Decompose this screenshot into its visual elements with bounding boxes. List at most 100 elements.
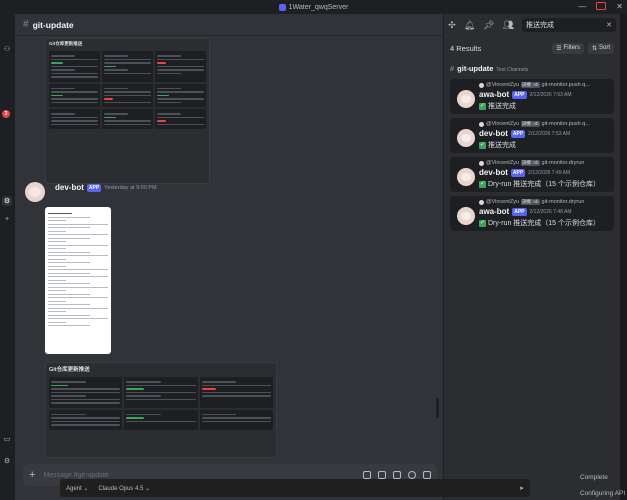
- add-server-icon[interactable]: +: [2, 214, 12, 224]
- emoji-icon[interactable]: [408, 471, 416, 479]
- embed-card: [49, 51, 100, 82]
- reply-user: @VincentZyu: [486, 199, 519, 205]
- maximize-button[interactable]: [596, 2, 607, 10]
- model-select[interactable]: Claude Opus 4.5 ⌄: [98, 485, 150, 492]
- send-icon[interactable]: ➤: [519, 485, 524, 492]
- threads-icon[interactable]: ✣: [448, 20, 456, 31]
- reply-label: 調機 :nb: [521, 82, 540, 88]
- notification-badge: 3: [2, 110, 10, 118]
- embed-header: Git仓库更新推送: [49, 367, 90, 373]
- app-tag: APP: [510, 168, 526, 177]
- avatar[interactable]: [457, 168, 475, 186]
- result-body: ✓ Dry-run 推送完成（15 个示例仓库）: [479, 218, 600, 228]
- sticker-icon[interactable]: [393, 471, 401, 479]
- window-title-text: 1Water_qwqServer: [288, 3, 349, 11]
- author-name[interactable]: dev-bot: [479, 168, 508, 177]
- search-result[interactable]: @VincentZyu 調機 :nb git-monitor.dryrun dev-…: [450, 157, 614, 192]
- hash-icon: #: [450, 64, 455, 73]
- search-result[interactable]: @VincentZyu 調機 :nb git-monitor.dryrun awa-…: [450, 196, 614, 231]
- reply-avatar: [479, 82, 484, 88]
- result-text: 推送完成: [488, 142, 516, 149]
- embed-card: [49, 377, 123, 408]
- close-button[interactable]: ✕: [616, 2, 623, 11]
- check-icon: ✓: [479, 180, 486, 188]
- embed-card: [155, 109, 206, 129]
- embed-card: [102, 83, 153, 107]
- avatar[interactable]: [457, 90, 475, 108]
- reply-avatar: [479, 160, 484, 166]
- scrollbar[interactable]: [436, 398, 439, 418]
- agent-bar: Agent ⌄ Claude Opus 4.5 ⌄ ➤: [60, 479, 530, 497]
- attachment-image[interactable]: [45, 207, 111, 354]
- search-panel: ✣ 🔔︎ 📌︎ 👥︎ 推送完成 ✕ 4 Results ☰ Filters ⇅ So…: [443, 14, 620, 500]
- filters-button[interactable]: ☰ Filters: [552, 42, 584, 54]
- agent-mode-select[interactable]: Agent ⌄: [66, 485, 88, 492]
- clear-search-icon[interactable]: ✕: [606, 21, 612, 29]
- result-text: Dry-run 推送完成（15 个示例仓库）: [488, 181, 601, 188]
- user-panel-icon[interactable]: ▭: [2, 434, 12, 444]
- author-name[interactable]: dev-bot: [55, 183, 84, 192]
- friends-icon[interactable]: ⚇: [2, 44, 12, 54]
- sort-icon: ⇅: [591, 45, 597, 52]
- completed-text: Complete: [580, 474, 608, 481]
- reply-user: @VincentZyu: [486, 82, 519, 88]
- embed-image-bottom[interactable]: Git仓库更新推送: [45, 362, 277, 458]
- embed-cards: [46, 49, 209, 131]
- author-name[interactable]: awa-bot: [479, 90, 509, 99]
- result-meta: awa-bot APP 2/12/2026 7:48 AM: [479, 207, 572, 216]
- embed-card: [199, 409, 273, 430]
- avatar[interactable]: [25, 182, 45, 202]
- search-input[interactable]: 推送完成 ✕: [522, 18, 616, 32]
- user-settings-icon[interactable]: ⚙: [2, 456, 12, 466]
- result-time: 2/12/2026 7:53 AM: [529, 91, 572, 98]
- members-icon[interactable]: 👥︎: [503, 20, 514, 31]
- bell-icon[interactable]: 🔔︎: [464, 20, 475, 31]
- apps-icon[interactable]: [423, 471, 431, 479]
- gift-icon[interactable]: [363, 471, 371, 479]
- check-icon: ✓: [479, 219, 486, 227]
- reply-context: @VincentZyu 調機 :nb git-monitor.push q...: [479, 82, 609, 88]
- check-icon: ✓: [479, 102, 486, 110]
- embed-card: [124, 409, 198, 430]
- reply-command: git-monitor.push q...: [541, 121, 590, 127]
- filters-label: Filters: [563, 45, 580, 51]
- avatar[interactable]: [457, 207, 475, 225]
- settings-icon[interactable]: ⚙: [2, 196, 12, 206]
- author-name[interactable]: dev-bot: [479, 129, 508, 138]
- window-title: 1Water_qwqServer: [278, 3, 349, 11]
- title-bar: 1Water_qwqServer — ✕: [0, 0, 627, 14]
- app-tag: APP: [512, 90, 527, 99]
- results-list: @VincentZyu 調機 :nb git-monitor.push q... a…: [444, 79, 620, 231]
- reply-label: 調機 :nb: [521, 160, 540, 166]
- result-channel[interactable]: # git-update Text Channels: [444, 58, 620, 75]
- header-toolbar: ✣ 🔔︎ 📌︎ 👥︎ 推送完成 ✕: [444, 14, 620, 36]
- sort-label: Sort: [598, 45, 610, 51]
- result-channel-name: git-update: [457, 64, 494, 73]
- app-tag: APP: [510, 129, 526, 138]
- search-result[interactable]: @VincentZyu 調機 :nb git-monitor.push q... d…: [450, 118, 614, 153]
- minimize-button[interactable]: —: [578, 2, 586, 11]
- gif-icon[interactable]: [378, 471, 386, 479]
- reply-label: 調機 :nb: [521, 199, 540, 205]
- pin-icon[interactable]: 📌︎: [483, 20, 494, 31]
- sort-button[interactable]: ⇅ Sort: [587, 42, 614, 54]
- reply-label: 調機 :nb: [521, 121, 540, 127]
- result-body: ✓ Dry-run 推送完成（15 个示例仓库）: [479, 179, 600, 189]
- embed-header: Git仓库更新推送: [49, 41, 83, 46]
- composer-tools: [363, 471, 431, 479]
- result-text: 推送完成: [488, 103, 516, 110]
- author-name[interactable]: awa-bot: [479, 207, 509, 216]
- add-attachment-icon[interactable]: +: [29, 469, 35, 481]
- hash-icon: #: [23, 19, 29, 30]
- search-result[interactable]: @VincentZyu 調機 :nb git-monitor.push q... a…: [450, 79, 614, 114]
- reply-context: @VincentZyu 調機 :nb git-monitor.dryrun: [479, 199, 609, 205]
- embed-image-top[interactable]: Git仓库更新推送: [45, 38, 210, 184]
- avatar[interactable]: [457, 129, 475, 147]
- reply-context: @VincentZyu 調機 :nb git-monitor.dryrun: [479, 160, 609, 166]
- result-time: 2/12/2026 7:53 AM: [528, 130, 571, 137]
- result-time: 2/12/2026 7:49 AM: [528, 169, 571, 176]
- embed-card: [102, 51, 153, 82]
- embed-card: [155, 83, 206, 107]
- reply-avatar: [479, 199, 484, 205]
- composer-placeholder[interactable]: Message #git-update: [43, 472, 355, 479]
